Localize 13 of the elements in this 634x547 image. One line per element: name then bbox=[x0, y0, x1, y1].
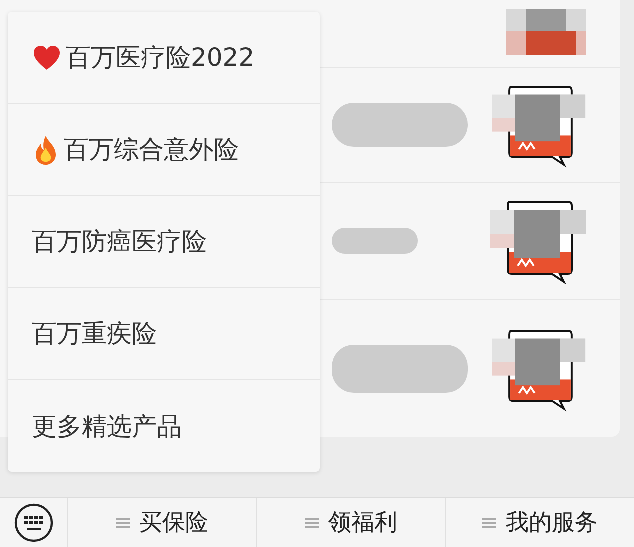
menu-item[interactable]: 百万医疗险2022 bbox=[8, 12, 320, 104]
menu-icon bbox=[304, 516, 318, 530]
menu-icon bbox=[116, 516, 130, 530]
menu-item[interactable]: 更多精选产品 bbox=[8, 380, 320, 472]
menu-item[interactable]: 百万综合意外险 bbox=[8, 104, 320, 196]
menu-tab[interactable]: 买保险 bbox=[140, 507, 208, 538]
menu-icon bbox=[482, 516, 496, 530]
heart-icon bbox=[32, 44, 62, 72]
keyboard-icon[interactable] bbox=[14, 502, 54, 542]
menu-tab[interactable]: 我的服务 bbox=[506, 507, 598, 538]
menu-item[interactable]: 百万重疾险 bbox=[8, 288, 320, 380]
menu-item[interactable]: 百万防癌医疗险 bbox=[8, 196, 320, 288]
menu-tab[interactable]: 领福利 bbox=[328, 507, 398, 538]
